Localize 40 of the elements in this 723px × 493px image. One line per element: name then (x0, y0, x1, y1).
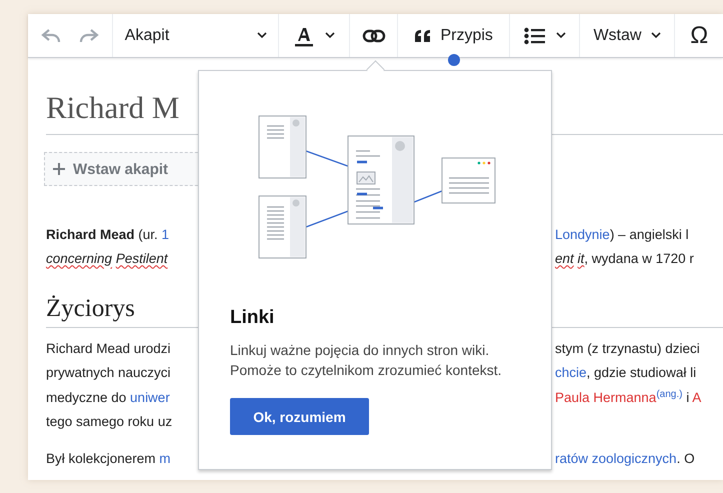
paragraph-text: Richard Mead urodzi (46, 340, 171, 356)
redo-icon (79, 28, 100, 44)
special-character-button[interactable]: Ω (686, 20, 712, 52)
paragraph-text: ratów zoologicznych. O (555, 450, 695, 466)
undo-icon (41, 28, 62, 44)
chevron-down-icon (325, 32, 336, 39)
paragraph-text: concerning Pestilent (46, 251, 168, 266)
link[interactable]: m (159, 450, 171, 466)
insert-dropdown[interactable]: Wstaw (589, 20, 666, 50)
quote-icon (414, 28, 432, 42)
popup-title: Linki (230, 307, 276, 329)
paragraph-text: Londynie) – angielski l (555, 226, 689, 242)
link[interactable]: chcie (555, 365, 587, 380)
paragraph-text: ent it, wydana w 1720 r (555, 251, 694, 266)
link-icon (362, 28, 386, 42)
popup-description: Linkuj ważne pojęcia do innych stron wiki. Pomoże to czytelnikom zrozumieć kontekst. (230, 341, 503, 380)
paragraph-text: tego samego roku uz (46, 414, 172, 430)
paragraph-text: Richard Mead (ur. 1 (46, 226, 170, 242)
paragraph-text: chcie, gdzie studiował li (555, 365, 696, 380)
paragraph-text: Był kolekcjonerem m (46, 450, 171, 466)
paragraph-text: prywatnych nauczyci (46, 365, 171, 380)
chevron-down-icon (651, 32, 662, 39)
cite-button[interactable]: Przypis (410, 20, 497, 50)
plus-icon (53, 163, 65, 175)
link[interactable]: Londynie (555, 226, 610, 242)
missing-page-link[interactable]: Paula Hermanna (555, 390, 656, 405)
chevron-down-icon (256, 32, 267, 39)
language-link[interactable]: (ang.) (656, 388, 682, 400)
paragraph-text: Paula Hermanna$^{(ang.)}$ i A (555, 390, 702, 405)
chevron-down-icon (556, 32, 566, 39)
paragraph-text: medyczne do uniwer (46, 390, 170, 405)
paragraph-format-dropdown[interactable]: Akapit (120, 20, 271, 50)
link[interactable]: uniwer (130, 390, 170, 405)
ok-button[interactable]: Ok, rozumiem (230, 398, 369, 435)
pulsing-indicator-dot (448, 54, 460, 66)
paragraph-text: stym (z trzynastu) dzieci (555, 340, 700, 356)
link[interactable]: 1 (162, 226, 170, 242)
bullet-list-icon (524, 26, 546, 44)
link[interactable]: ratów zoologicznych (555, 450, 677, 466)
missing-page-link[interactable]: A (692, 390, 702, 405)
